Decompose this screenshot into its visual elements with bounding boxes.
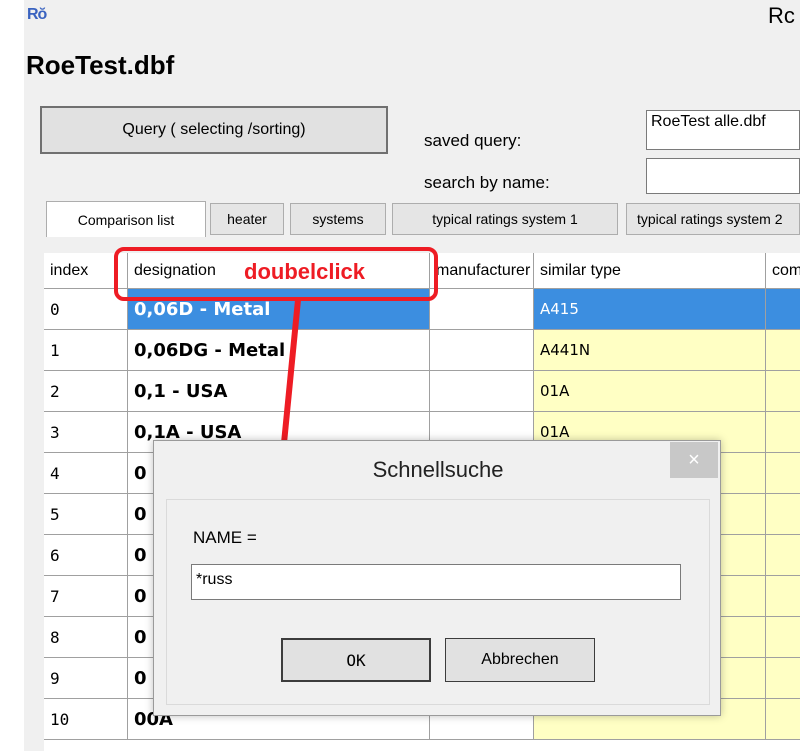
- cell-manufacturer[interactable]: [430, 289, 534, 330]
- cell-comment[interactable]: [766, 617, 800, 658]
- column-header-manufacturer[interactable]: manufacturer: [430, 253, 534, 289]
- cell-index[interactable]: 4: [44, 453, 128, 494]
- tab-typical-ratings-1[interactable]: typical ratings system 1: [392, 203, 618, 235]
- cell-similar-type[interactable]: 01A: [534, 371, 766, 412]
- cell-designation[interactable]: 0,1 - USA: [128, 371, 430, 412]
- cell-comment[interactable]: [766, 494, 800, 535]
- tab-comparison-list[interactable]: Comparison list: [46, 201, 206, 237]
- column-header-similar-type[interactable]: similar type: [534, 253, 766, 289]
- cell-comment[interactable]: [766, 289, 800, 330]
- cell-manufacturer[interactable]: [430, 371, 534, 412]
- cancel-button[interactable]: Abbrechen: [445, 638, 595, 682]
- window-title: Rc: [768, 3, 795, 28]
- cell-comment[interactable]: [766, 576, 800, 617]
- cell-comment[interactable]: [766, 453, 800, 494]
- cell-index[interactable]: 10: [44, 699, 128, 740]
- cell-comment[interactable]: [766, 330, 800, 371]
- annotation-text: doubelclick: [244, 259, 366, 284]
- tab-typical-ratings-2[interactable]: typical ratings system 2: [626, 203, 800, 235]
- cell-index[interactable]: 3: [44, 412, 128, 453]
- dialog-title: Schnellsuche: [372, 457, 504, 482]
- cell-index[interactable]: 6: [44, 535, 128, 576]
- cell-designation[interactable]: 0,06DG - Metal: [128, 330, 430, 371]
- search-by-name-input[interactable]: [646, 158, 800, 194]
- cell-index[interactable]: 8: [44, 617, 128, 658]
- query-button[interactable]: Query ( selecting /sorting): [40, 106, 388, 154]
- cell-index[interactable]: 1: [44, 330, 128, 371]
- cell-index[interactable]: 5: [44, 494, 128, 535]
- saved-query-field[interactable]: RoeTest alle.dbf: [646, 110, 800, 150]
- column-header-comment[interactable]: comment: [766, 253, 800, 289]
- app-icon: Rŏ: [27, 6, 47, 23]
- cell-similar-type[interactable]: A441N: [534, 330, 766, 371]
- cell-similar-type[interactable]: A415: [534, 289, 766, 330]
- cell-comment[interactable]: [766, 699, 800, 740]
- quick-search-dialog: Schnellsuche × NAME = *russ OK Abbrechen: [153, 440, 721, 716]
- cell-index[interactable]: 9: [44, 658, 128, 699]
- cell-comment[interactable]: [766, 535, 800, 576]
- cell-comment[interactable]: [766, 371, 800, 412]
- tab-systems[interactable]: systems: [290, 203, 386, 235]
- close-icon[interactable]: ×: [670, 442, 718, 478]
- name-label: NAME =: [193, 528, 257, 547]
- cell-index[interactable]: 7: [44, 576, 128, 617]
- search-by-name-label: search by name:: [424, 173, 550, 192]
- cell-comment[interactable]: [766, 658, 800, 699]
- file-title: RoeTest.dbf: [26, 50, 175, 80]
- cell-manufacturer[interactable]: [430, 330, 534, 371]
- dialog-body: NAME = *russ OK Abbrechen: [166, 499, 710, 705]
- cell-index[interactable]: 2: [44, 371, 128, 412]
- name-input[interactable]: *russ: [191, 564, 681, 600]
- tab-heater[interactable]: heater: [210, 203, 284, 235]
- ok-button[interactable]: OK: [281, 638, 431, 682]
- saved-query-label: saved query:: [424, 131, 522, 150]
- cell-comment[interactable]: [766, 412, 800, 453]
